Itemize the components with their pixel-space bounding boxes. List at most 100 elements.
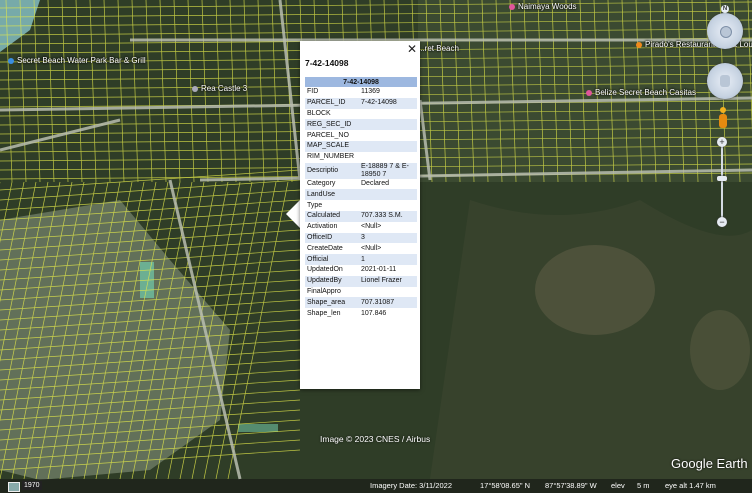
attribute-value: E-18889 7 & E-18950 7: [359, 162, 417, 179]
popup-title: 7-42-14098: [305, 58, 349, 68]
table-row: FID 11369: [305, 87, 417, 98]
table-row: Activation <Null>: [305, 222, 417, 233]
latitude-readout: 17°58'08.65" N: [480, 481, 531, 490]
place-label[interactable]: Rea Castle 3: [192, 84, 247, 93]
table-row: UpdatedBy Lionel Frazer: [305, 275, 417, 287]
pegman-body: [719, 114, 727, 128]
table-row: BLOCK: [305, 109, 417, 120]
attribute-key: Shape_area: [305, 297, 359, 309]
attribute-value: Lionel Frazer: [359, 275, 417, 287]
longitude-readout: 87°57'38.89" W: [545, 481, 597, 490]
attribute-key: FID: [307, 88, 319, 96]
zoom-slider-thumb[interactable]: [717, 176, 727, 181]
navigation-controls: N + −: [697, 3, 752, 233]
attribute-value: <Null>: [361, 244, 382, 252]
attribute-key: Calculated: [305, 210, 359, 222]
elevation-value: 5 m: [637, 481, 650, 490]
attribute-value: [359, 140, 417, 152]
location-pin-icon: [586, 89, 592, 96]
zoom-out-button[interactable]: −: [717, 217, 727, 227]
table-row: Calculated 707.333 S.M.: [305, 210, 417, 222]
location-pin-icon: [509, 3, 515, 10]
google-earth-logo: Google Earth: [671, 456, 748, 471]
place-label[interactable]: Naimaya Woods: [509, 2, 577, 11]
table-row: Type: [305, 200, 417, 211]
look-joystick[interactable]: [707, 13, 743, 49]
table-row: CreateDate <Null>: [305, 243, 417, 254]
table-row: RIM_NUMBER: [305, 152, 417, 163]
pegman-head: [720, 107, 726, 113]
attribute-key: Type: [307, 201, 323, 209]
historical-year[interactable]: 1970: [22, 481, 42, 490]
table-row: LandUse: [305, 189, 417, 201]
imagery-credit: Image © 2023 CNES / Airbus: [320, 434, 431, 444]
close-icon[interactable]: ✕: [407, 42, 417, 56]
place-label[interactable]: Secret Beach Water Park Bar & Grill: [8, 56, 146, 65]
move-joystick[interactable]: [707, 63, 743, 99]
attribute-key: Category: [307, 179, 336, 187]
marsh-area: [535, 245, 655, 335]
attribute-value: 1: [359, 254, 417, 265]
attribute-key: CreateDate: [307, 244, 343, 252]
attribute-value: 2021-01-11: [361, 266, 397, 274]
table-row: PARCEL_NO: [305, 130, 417, 141]
attribute-value: [359, 109, 417, 120]
eye-altitude: eye alt 1.47 km: [665, 481, 716, 490]
attribute-value: Declared: [361, 179, 390, 187]
zoom-in-button[interactable]: +: [717, 137, 727, 147]
attribute-value: [359, 130, 417, 141]
attribute-key: OfficeID: [305, 232, 359, 244]
table-row: MAP_SCALE: [305, 140, 417, 152]
attribute-value: 3: [359, 232, 417, 244]
parcel-info-popup: ✕ 7-42-14098 7-42-14098 FID 11369 PARCEL_I…: [300, 41, 420, 389]
imagery-date: Imagery Date: 3/11/2022: [370, 481, 452, 490]
attribute-key: RIM_NUMBER: [307, 153, 355, 161]
table-row: FinalAppro: [305, 287, 417, 298]
attribute-key: Descriptio: [305, 162, 359, 179]
table-row: OfficeID 3: [305, 232, 417, 244]
table-row: Category Declared: [305, 179, 417, 190]
table-row: PARCEL_ID 7-42-14098: [305, 97, 417, 109]
pond: [238, 424, 278, 432]
hand-icon: [720, 75, 730, 87]
attribute-value: [359, 189, 417, 201]
street-view-pegman-icon[interactable]: [719, 107, 727, 129]
attribute-key: Activation: [307, 223, 338, 231]
attribute-value: [359, 119, 417, 131]
zoom-slider-track[interactable]: [721, 143, 723, 223]
attribute-key: LandUse: [305, 189, 359, 201]
table-header: 7-42-14098: [305, 77, 417, 87]
location-pin-icon: [636, 41, 642, 48]
location-pin-icon: [8, 57, 14, 64]
attribute-key: BLOCK: [307, 109, 331, 117]
table-row: Shape_area 707.31087: [305, 297, 417, 309]
historical-imagery-icon[interactable]: [8, 482, 20, 492]
popup-pointer: [286, 200, 300, 228]
attribute-key: PARCEL_ID: [305, 97, 359, 109]
attribute-key: PARCEL_NO: [307, 131, 349, 139]
place-label[interactable]: Belize Secret Beach Casitas: [586, 88, 696, 97]
attribute-table: 7-42-14098 FID 11369 PARCEL_ID 7-42-14098 BL…: [305, 77, 417, 319]
attribute-key: UpdatedBy: [305, 275, 359, 287]
attribute-value: <Null>: [361, 223, 382, 231]
table-row: UpdatedOn 2021-01-11: [305, 265, 417, 276]
table-row: Official 1: [305, 254, 417, 265]
attribute-value: 107.846: [361, 309, 387, 317]
attribute-key: Official: [305, 254, 359, 265]
attribute-value: 7-42-14098: [359, 97, 417, 109]
attribute-value: [359, 287, 417, 298]
attribute-key: FinalAppro: [307, 287, 341, 295]
elevation-label: elev: [611, 481, 625, 490]
attribute-key: MAP_SCALE: [305, 140, 359, 152]
location-pin-icon: [192, 85, 198, 92]
attribute-value: 11369: [361, 88, 380, 96]
attribute-key: UpdatedOn: [307, 266, 343, 274]
table-row: REG_SEC_ID: [305, 119, 417, 131]
attribute-value: [359, 152, 417, 163]
north-label[interactable]: N: [721, 5, 729, 13]
status-bar: Imagery Date: 3/11/2022 17°58'08.65" N 8…: [0, 479, 752, 493]
attribute-value: 707.333 S.M.: [359, 210, 417, 222]
eye-icon: [720, 26, 732, 38]
place-label[interactable]: ...ret Beach: [418, 44, 459, 53]
attribute-value: [359, 200, 417, 211]
